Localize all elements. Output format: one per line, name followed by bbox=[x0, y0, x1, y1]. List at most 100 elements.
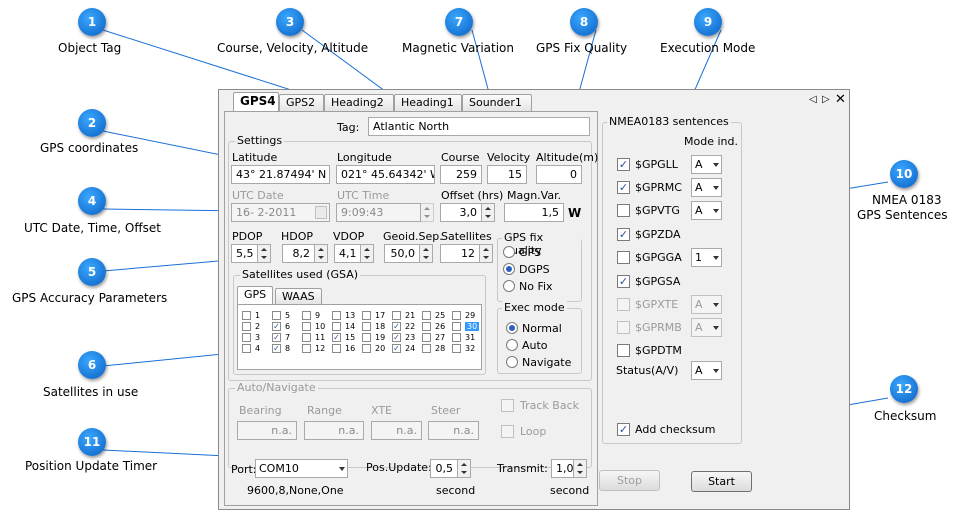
hdop-label: HDOP bbox=[281, 230, 314, 243]
vdop-input[interactable]: 4,1 bbox=[334, 244, 361, 263]
satellite-checkbox[interactable] bbox=[452, 333, 461, 342]
satellite-checkbox[interactable] bbox=[242, 311, 251, 320]
satellite-checkbox[interactable] bbox=[362, 311, 371, 320]
utc-time-spinner[interactable] bbox=[420, 203, 434, 222]
satellite-checkbox[interactable] bbox=[242, 333, 251, 342]
transmit-input[interactable]: 1,0 bbox=[551, 459, 575, 478]
latitude-input[interactable]: 43° 21.87494' N bbox=[231, 165, 330, 184]
satellite-checkbox[interactable] bbox=[302, 311, 311, 320]
satellite-checkbox[interactable] bbox=[452, 344, 461, 353]
utc-time-input[interactable]: 9:09:43 bbox=[336, 203, 421, 222]
pos-update-spinner[interactable] bbox=[457, 459, 471, 478]
satellite-checkbox[interactable]: ✓ bbox=[392, 344, 401, 353]
gsa-tab-gps[interactable]: GPS bbox=[237, 286, 274, 304]
checksum-checkbox[interactable]: ✓ bbox=[617, 423, 630, 436]
port-select[interactable]: COM10 bbox=[255, 459, 348, 478]
nmea-checkbox[interactable]: ✓ bbox=[617, 181, 630, 194]
geoid-spinner[interactable] bbox=[419, 244, 433, 263]
nmea-checkbox[interactable] bbox=[617, 321, 630, 334]
satellite-checkbox[interactable]: ✓ bbox=[392, 333, 401, 342]
calendar-dropdown-icon[interactable] bbox=[315, 206, 327, 219]
scroll-left-icon[interactable]: ◁ bbox=[809, 94, 817, 105]
callout-2: 2 bbox=[78, 109, 106, 137]
callout-11-label: Position Update Timer bbox=[25, 459, 158, 473]
nmea-mode-select[interactable]: A bbox=[691, 318, 722, 337]
tab-heading2[interactable]: Heading2 bbox=[324, 94, 394, 111]
exec-navigate-radio[interactable] bbox=[506, 356, 518, 368]
velocity-input[interactable]: 15 bbox=[487, 165, 527, 184]
nmea-mode-select[interactable]: A bbox=[691, 201, 722, 220]
tab-heading1[interactable]: Heading1 bbox=[394, 94, 462, 111]
start-button[interactable]: Start bbox=[691, 471, 752, 492]
nmea-mode-select[interactable]: A bbox=[691, 295, 722, 314]
transmit-spinner[interactable] bbox=[573, 459, 587, 478]
satellite-checkbox[interactable] bbox=[452, 311, 461, 320]
longitude-input[interactable]: 021° 45.64342' W bbox=[336, 165, 435, 184]
stop-button[interactable]: Stop bbox=[599, 470, 660, 491]
nmea-checkbox[interactable]: ✓ bbox=[617, 158, 630, 171]
loop-checkbox[interactable] bbox=[501, 425, 514, 438]
scroll-right-icon[interactable]: ▷ bbox=[822, 94, 830, 105]
satellite-checkbox[interactable] bbox=[302, 344, 311, 353]
satellite-number: 11 bbox=[315, 333, 326, 342]
satellite-checkbox[interactable]: ✓ bbox=[392, 322, 401, 331]
satellite-checkbox[interactable] bbox=[302, 333, 311, 342]
satellite-checkbox[interactable]: ✓ bbox=[272, 322, 281, 331]
tab-gps2[interactable]: GPS2 bbox=[279, 94, 324, 111]
pdop-input[interactable]: 5,5 bbox=[231, 244, 258, 263]
status-select[interactable]: A bbox=[691, 361, 722, 380]
geoid-input[interactable]: 50,0 bbox=[384, 244, 420, 263]
satellite-checkbox[interactable] bbox=[362, 333, 371, 342]
nmea-checkbox[interactable] bbox=[617, 204, 630, 217]
magvar-input[interactable]: 1,5 bbox=[504, 203, 564, 222]
satellite-checkbox[interactable] bbox=[242, 322, 251, 331]
vdop-spinner[interactable] bbox=[360, 244, 374, 263]
satellite-checkbox[interactable] bbox=[422, 333, 431, 342]
nmea-checkbox[interactable]: ✓ bbox=[617, 275, 630, 288]
gsa-tab-waas[interactable]: WAAS bbox=[275, 288, 322, 304]
tab-sounder1[interactable]: Sounder1 bbox=[462, 94, 532, 111]
fix-nofix-radio[interactable] bbox=[503, 280, 515, 292]
hdop-spinner[interactable] bbox=[314, 244, 328, 263]
satellite-checkbox[interactable] bbox=[332, 344, 341, 353]
offset-spinner[interactable] bbox=[481, 203, 495, 222]
satellite-checkbox[interactable] bbox=[362, 344, 371, 353]
satellite-checkbox[interactable] bbox=[422, 344, 431, 353]
satellites-spinner[interactable] bbox=[479, 244, 493, 263]
satellite-checkbox[interactable] bbox=[272, 311, 281, 320]
satellite-checkbox[interactable]: ✓ bbox=[272, 333, 281, 342]
close-icon[interactable]: ✕ bbox=[835, 92, 846, 107]
nmea-mode-select[interactable]: A bbox=[691, 155, 722, 174]
satellite-checkbox[interactable] bbox=[302, 322, 311, 331]
nmea-checkbox[interactable] bbox=[617, 344, 630, 357]
satellite-checkbox[interactable] bbox=[362, 322, 371, 331]
nmea-checkbox[interactable] bbox=[617, 298, 630, 311]
satellite-checkbox[interactable]: ✓ bbox=[272, 344, 281, 353]
satellite-checkbox[interactable] bbox=[332, 322, 341, 331]
pdop-spinner[interactable] bbox=[257, 244, 271, 263]
satellites-input[interactable]: 12 bbox=[440, 244, 480, 263]
nmea-checkbox[interactable]: ✓ bbox=[617, 228, 630, 241]
fix-gps-radio[interactable] bbox=[503, 246, 515, 258]
tab-gps4[interactable]: GPS4 bbox=[233, 92, 279, 112]
satellite-checkbox[interactable] bbox=[452, 322, 461, 331]
course-input[interactable]: 259 bbox=[440, 165, 482, 184]
nmea-mode-select[interactable]: 1 bbox=[691, 248, 722, 267]
hdop-input[interactable]: 8,2 bbox=[282, 244, 315, 263]
tag-input[interactable]: Atlantic North bbox=[368, 117, 590, 136]
pos-update-input[interactable]: 0,5 bbox=[430, 459, 458, 478]
fix-dgps-radio[interactable] bbox=[503, 263, 515, 275]
satellite-checkbox[interactable] bbox=[332, 311, 341, 320]
satellite-checkbox[interactable] bbox=[422, 311, 431, 320]
exec-normal-radio[interactable] bbox=[506, 322, 518, 334]
exec-auto-radio[interactable] bbox=[506, 339, 518, 351]
satellite-checkbox[interactable] bbox=[392, 311, 401, 320]
nmea-mode-select[interactable]: A bbox=[691, 178, 722, 197]
satellite-checkbox[interactable] bbox=[242, 344, 251, 353]
nmea-checkbox[interactable] bbox=[617, 251, 630, 264]
satellite-checkbox[interactable] bbox=[422, 322, 431, 331]
satellite-checkbox[interactable]: ✓ bbox=[332, 333, 341, 342]
altitude-input[interactable]: 0 bbox=[536, 165, 582, 184]
offset-input[interactable]: 3,0 bbox=[440, 203, 482, 222]
trackback-checkbox[interactable] bbox=[501, 399, 514, 412]
